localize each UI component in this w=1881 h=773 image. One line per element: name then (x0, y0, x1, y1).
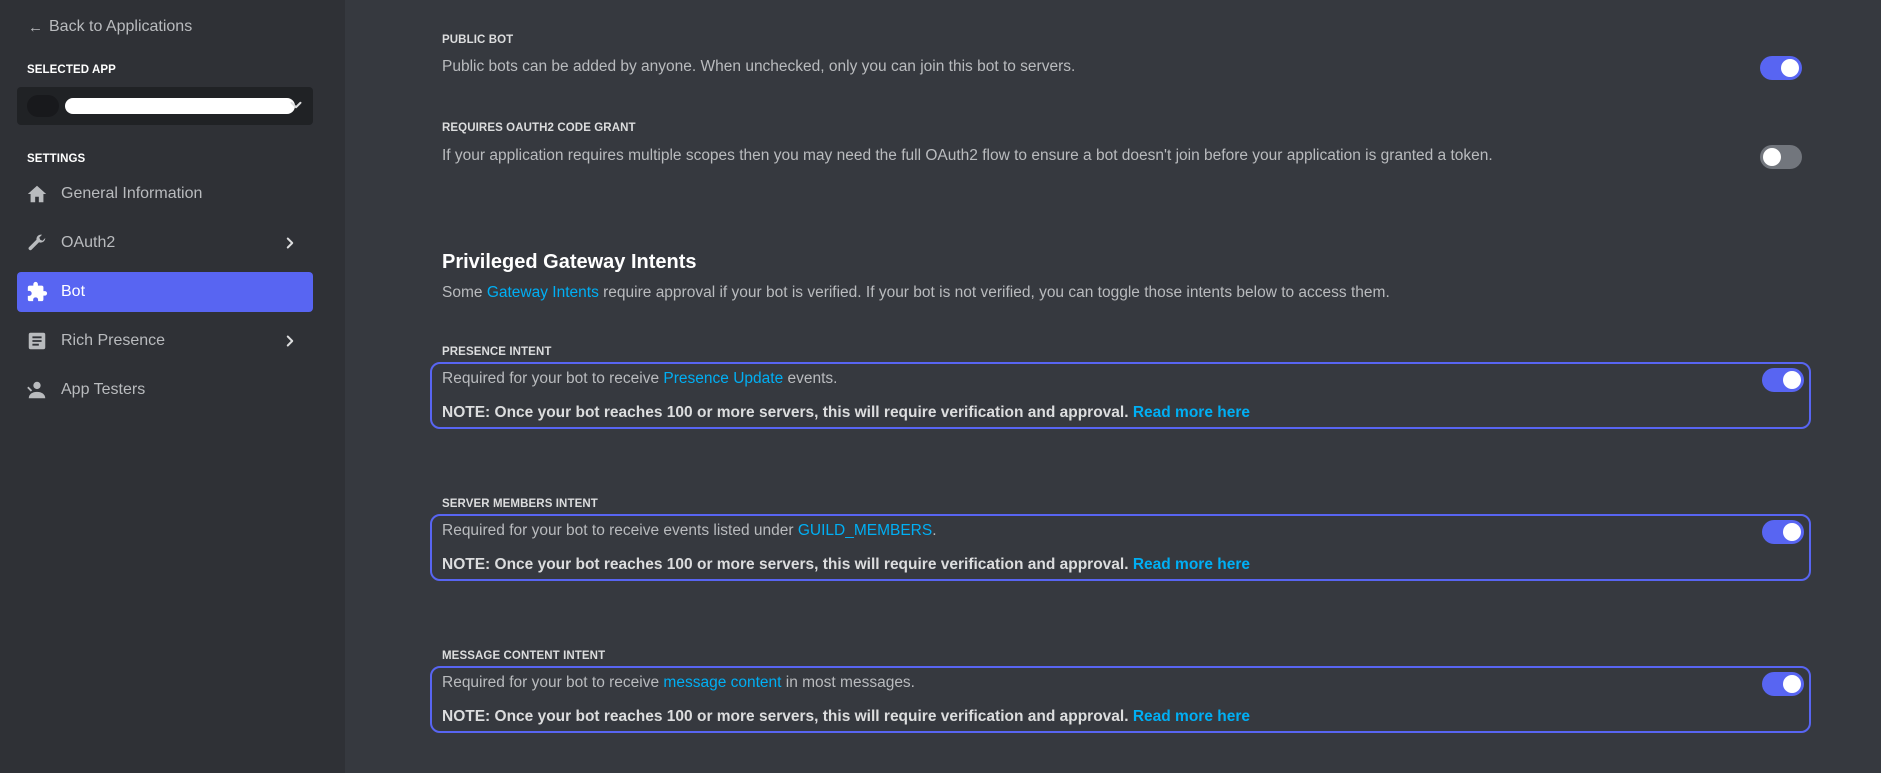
public-bot-toggle[interactable] (1760, 56, 1802, 80)
presence-update-link[interactable]: Presence Update (663, 370, 783, 387)
read-more-link[interactable]: Read more here (1133, 556, 1250, 573)
public-bot-description: Public bots can be added by anyone. When… (442, 58, 1076, 75)
puzzle-icon (26, 281, 48, 303)
sidebar-item-label: Bot (61, 283, 86, 300)
toggle-knob (1783, 675, 1801, 693)
gateway-intents-link[interactable]: Gateway Intents (487, 284, 599, 301)
read-more-link[interactable]: Read more here (1133, 708, 1250, 725)
oauth2-code-grant-toggle[interactable] (1760, 145, 1802, 169)
sidebar-item-bot[interactable]: Bot (17, 272, 313, 312)
toggle-knob (1763, 148, 1781, 166)
message-content-link[interactable]: message content (663, 674, 781, 691)
chevron-right-icon (286, 237, 294, 249)
oauth2-code-grant-label: REQUIRES OAUTH2 CODE GRANT (442, 122, 636, 134)
presence-intent-box: Required for your bot to receive Presenc… (430, 362, 1811, 429)
selected-app-heading: SELECTED APP (27, 64, 116, 76)
sidebar-item-label: App Testers (61, 381, 146, 398)
back-to-applications-link[interactable]: ← Back to Applications (28, 18, 192, 36)
presence-intent-description: Required for your bot to receive Presenc… (442, 370, 838, 387)
server-members-intent-label: SERVER MEMBERS INTENT (442, 498, 598, 510)
settings-heading: SETTINGS (27, 153, 86, 165)
toggle-knob (1783, 371, 1801, 389)
chevron-down-icon (290, 101, 302, 109)
toggle-knob (1783, 523, 1801, 541)
server-members-intent-description: Required for your bot to receive events … (442, 522, 937, 539)
server-members-intent-note: NOTE: Once your bot reaches 100 or more … (442, 556, 1251, 573)
presence-intent-note: NOTE: Once your bot reaches 100 or more … (442, 404, 1251, 421)
sidebar: ← Back to Applications SELECTED APP SETT… (0, 0, 345, 773)
presence-intent-toggle[interactable] (1762, 368, 1804, 392)
sidebar-item-label: General Information (61, 185, 203, 202)
document-icon (26, 330, 48, 352)
sidebar-item-rich-presence[interactable]: Rich Presence (17, 321, 313, 361)
message-content-intent-box: Required for your bot to receive message… (430, 666, 1811, 733)
person-icon (26, 379, 48, 401)
presence-intent-label: PRESENCE INTENT (442, 346, 552, 358)
message-content-intent-description: Required for your bot to receive message… (442, 674, 915, 691)
sidebar-item-general-information[interactable]: General Information (17, 174, 313, 214)
oauth2-code-grant-description: If your application requires multiple sc… (442, 147, 1493, 164)
toggle-knob (1781, 59, 1799, 77)
home-icon (26, 183, 48, 205)
sidebar-item-app-testers[interactable]: App Testers (17, 370, 313, 410)
sidebar-item-label: OAuth2 (61, 234, 116, 251)
arrow-left-icon: ← (28, 18, 43, 36)
main-content: PUBLIC BOT Public bots can be added by a… (345, 0, 1881, 773)
public-bot-label: PUBLIC BOT (442, 34, 514, 46)
sidebar-item-oauth2[interactable]: OAuth2 (17, 223, 313, 263)
message-content-intent-note: NOTE: Once your bot reaches 100 or more … (442, 708, 1251, 725)
app-selector-dropdown[interactable] (17, 87, 313, 125)
server-members-intent-toggle[interactable] (1762, 520, 1804, 544)
wrench-icon (26, 232, 48, 254)
read-more-link[interactable]: Read more here (1133, 404, 1250, 421)
message-content-intent-toggle[interactable] (1762, 672, 1804, 696)
back-label: Back to Applications (49, 18, 193, 35)
sidebar-item-label: Rich Presence (61, 332, 166, 349)
app-name-redacted (65, 98, 295, 114)
guild-members-link[interactable]: GUILD_MEMBERS (798, 522, 932, 539)
privileged-intents-description: Some Gateway Intents require approval if… (442, 284, 1390, 301)
message-content-intent-label: MESSAGE CONTENT INTENT (442, 650, 606, 662)
app-avatar (27, 95, 59, 117)
chevron-right-icon (286, 335, 294, 347)
server-members-intent-box: Required for your bot to receive events … (430, 514, 1811, 581)
privileged-intents-title: Privileged Gateway Intents (442, 251, 697, 273)
